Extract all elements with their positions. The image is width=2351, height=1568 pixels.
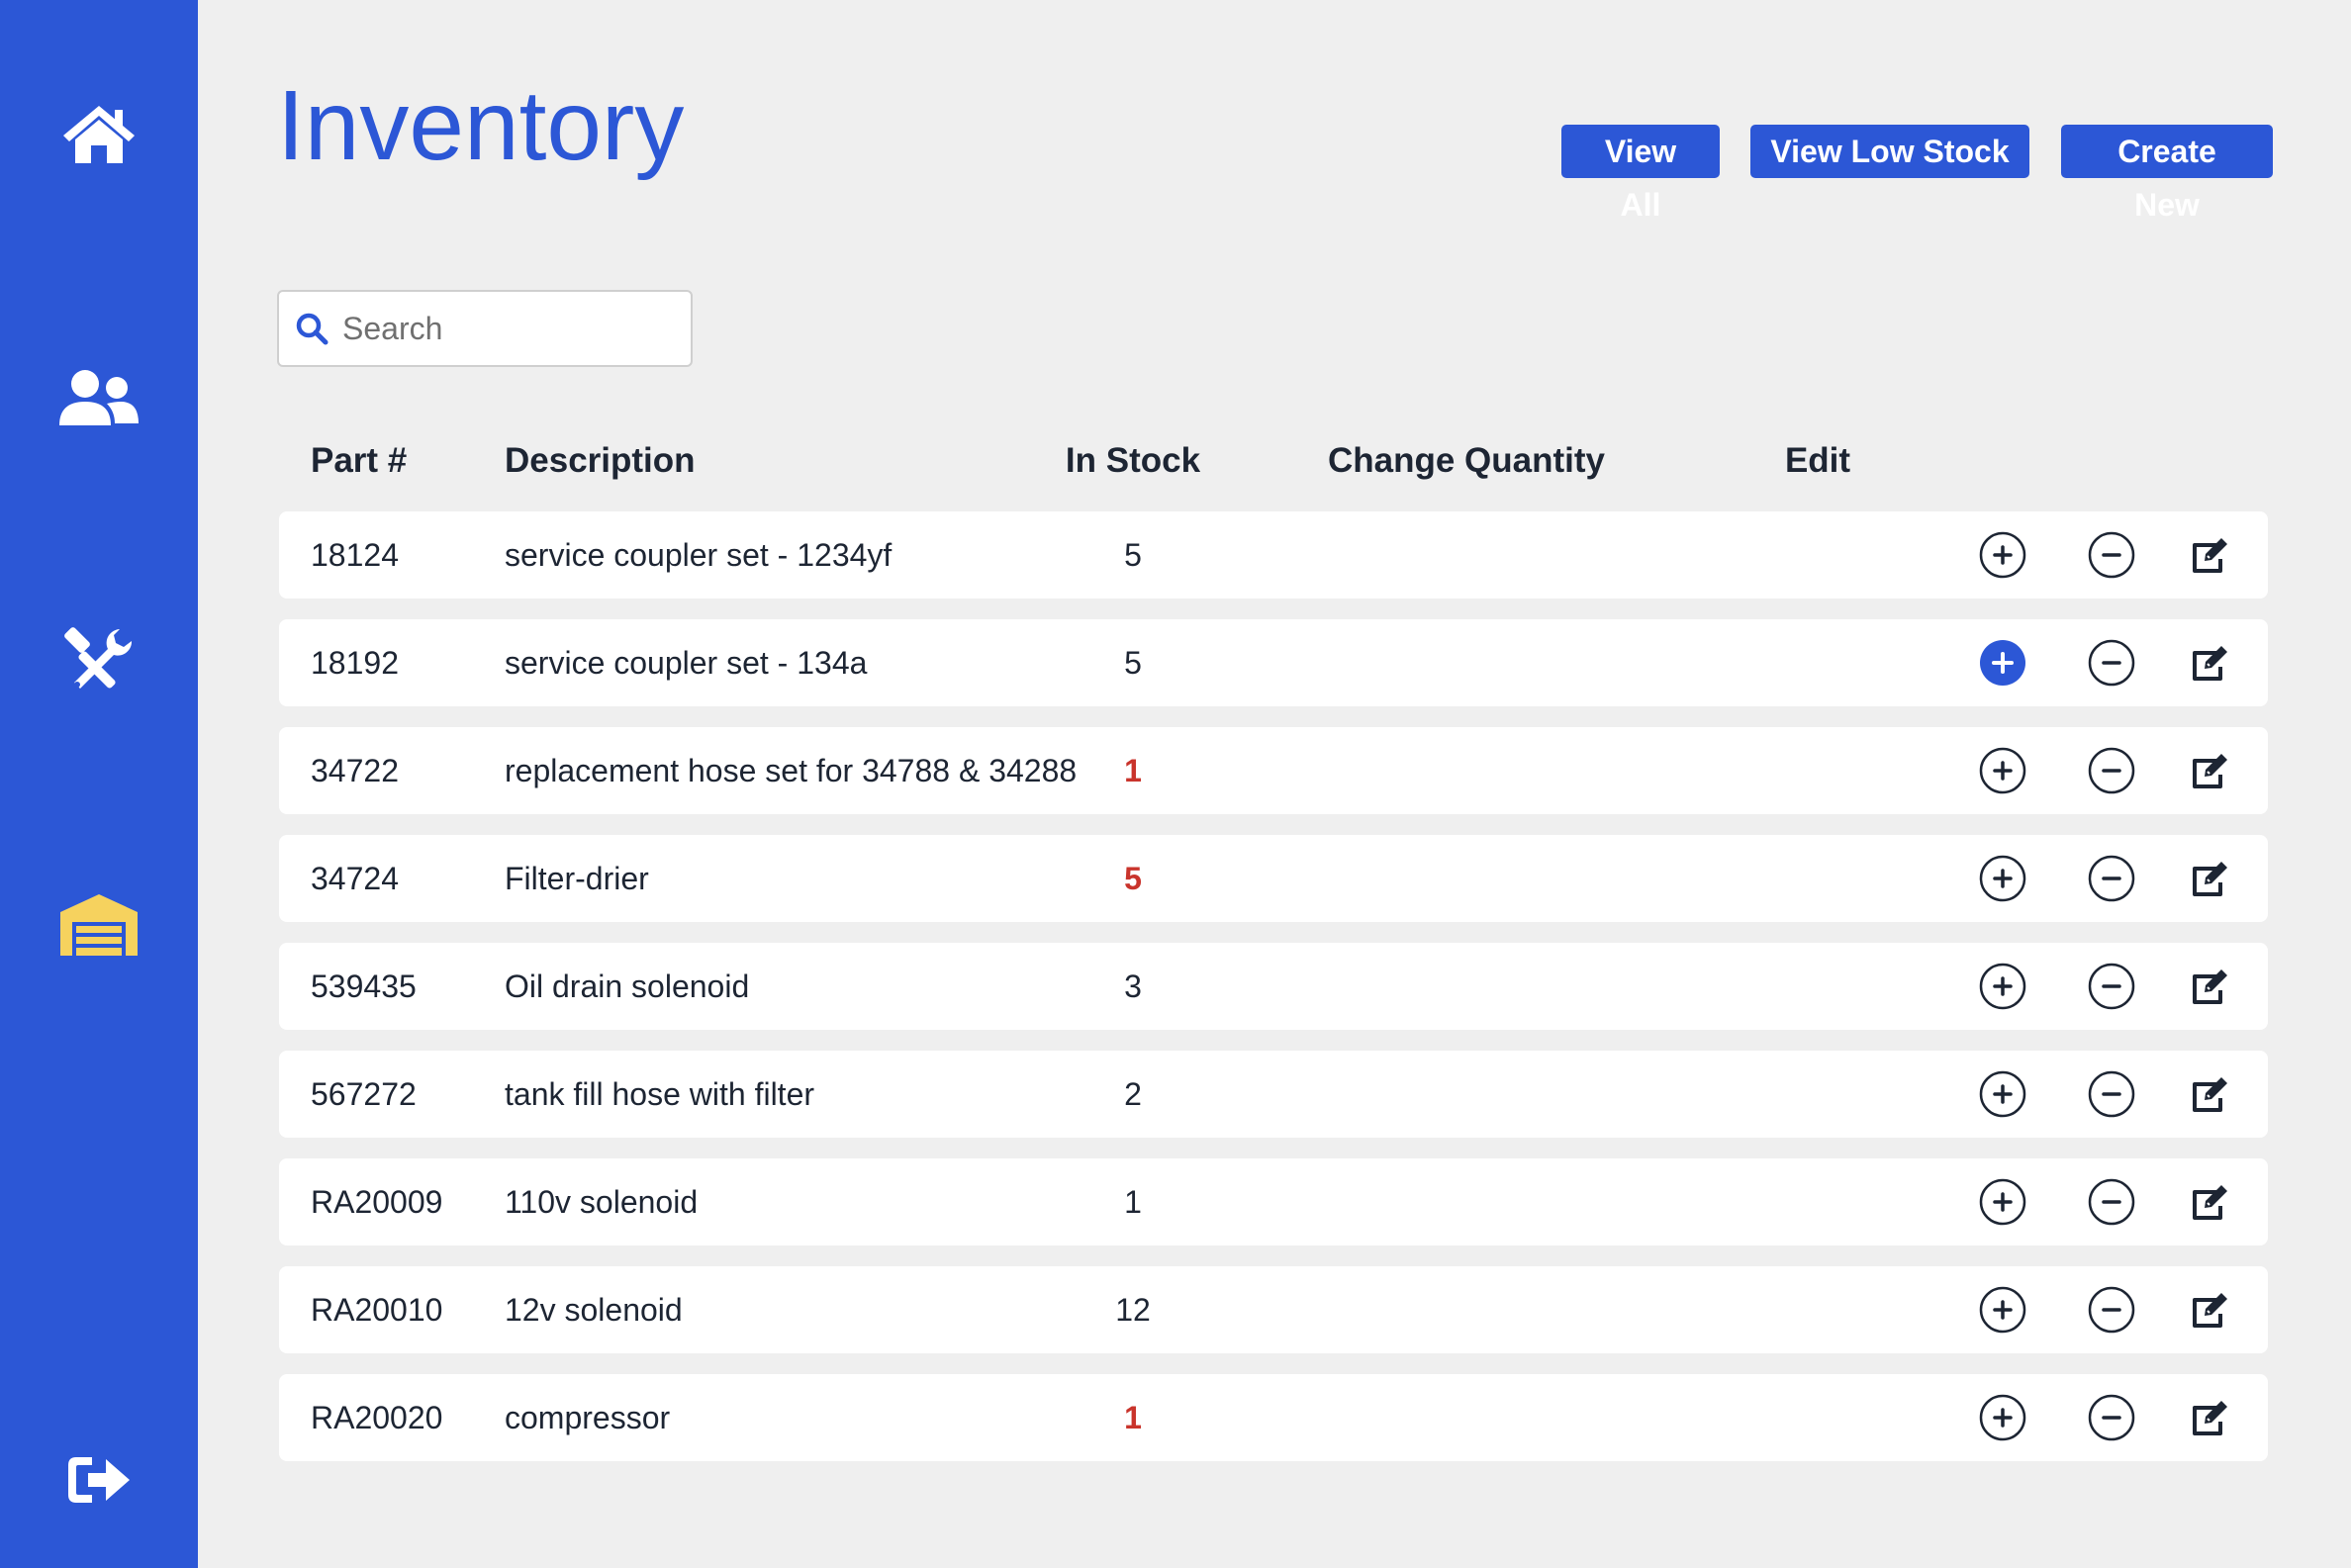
edit-icon[interactable] bbox=[2189, 643, 2230, 685]
part-number: 18124 bbox=[311, 537, 399, 573]
part-description: service coupler set - 1234yf bbox=[505, 537, 893, 573]
part-number: 34722 bbox=[311, 753, 399, 788]
part-description: tank fill hose with filter bbox=[505, 1076, 815, 1112]
nav-home[interactable] bbox=[0, 74, 198, 193]
in-stock-count: 5 bbox=[1124, 645, 1142, 681]
table-row: 18192 service coupler set - 134a 5 bbox=[279, 619, 2268, 706]
table-row: 34724 Filter-drier 5 bbox=[279, 835, 2268, 922]
edit-icon[interactable] bbox=[2189, 1182, 2230, 1224]
part-description: Filter-drier bbox=[505, 861, 649, 896]
warehouse-icon bbox=[60, 894, 138, 956]
part-number: 567272 bbox=[311, 1076, 417, 1112]
users-icon bbox=[59, 370, 139, 425]
column-header-edit: Edit bbox=[1784, 441, 1851, 480]
table-row: RA20009 110v solenoid 1 bbox=[279, 1158, 2268, 1245]
part-number: 18192 bbox=[311, 645, 399, 681]
part-number: RA20009 bbox=[311, 1184, 443, 1220]
table-row: 567272 tank fill hose with filter 2 bbox=[279, 1051, 2268, 1138]
view-all-button[interactable]: View All bbox=[1561, 125, 1720, 223]
in-stock-count: 2 bbox=[1124, 1076, 1142, 1112]
in-stock-count: 5 bbox=[1124, 537, 1142, 573]
search-icon bbox=[295, 312, 329, 345]
nav-customers[interactable] bbox=[0, 338, 198, 457]
decrease-quantity-icon[interactable] bbox=[2088, 1394, 2135, 1441]
in-stock-count: 1 bbox=[1124, 753, 1142, 788]
nav-services[interactable] bbox=[0, 600, 198, 719]
sign-out-icon bbox=[68, 1457, 130, 1503]
part-description: Oil drain solenoid bbox=[505, 968, 750, 1004]
sidebar bbox=[0, 0, 198, 1568]
in-stock-count: 1 bbox=[1124, 1184, 1142, 1220]
edit-icon[interactable] bbox=[2189, 751, 2230, 792]
decrease-quantity-icon[interactable] bbox=[2088, 963, 2135, 1010]
edit-icon[interactable] bbox=[2189, 535, 2230, 577]
increase-quantity-icon[interactable] bbox=[1979, 963, 2026, 1010]
page-title: Inventory bbox=[277, 70, 685, 181]
part-description: 12v solenoid bbox=[505, 1292, 683, 1328]
increase-quantity-icon[interactable] bbox=[1979, 639, 2026, 687]
search-input[interactable] bbox=[342, 299, 669, 358]
table-row: RA20020 compressor 1 bbox=[279, 1374, 2268, 1461]
in-stock-count: 5 bbox=[1124, 861, 1142, 896]
edit-icon[interactable] bbox=[2189, 967, 2230, 1008]
increase-quantity-icon[interactable] bbox=[1979, 1394, 2026, 1441]
increase-quantity-icon[interactable] bbox=[1979, 1070, 2026, 1118]
part-number: 34724 bbox=[311, 861, 399, 896]
edit-icon[interactable] bbox=[2189, 1074, 2230, 1116]
part-number: RA20020 bbox=[311, 1400, 443, 1435]
increase-quantity-icon[interactable] bbox=[1979, 747, 2026, 794]
part-number: 539435 bbox=[311, 968, 417, 1004]
search-box bbox=[277, 290, 693, 367]
increase-quantity-icon[interactable] bbox=[1979, 855, 2026, 902]
column-header-part[interactable]: Part # bbox=[311, 435, 407, 487]
column-header-description[interactable]: Description bbox=[505, 435, 696, 487]
in-stock-count: 12 bbox=[1115, 1292, 1151, 1328]
part-description: 110v solenoid bbox=[505, 1184, 699, 1220]
edit-icon[interactable] bbox=[2189, 1290, 2230, 1332]
decrease-quantity-icon[interactable] bbox=[2088, 747, 2135, 794]
part-number: RA20010 bbox=[311, 1292, 443, 1328]
main-content: Inventory View All View Low Stock Create… bbox=[198, 0, 2351, 1568]
home-icon bbox=[63, 106, 135, 163]
tools-icon bbox=[64, 627, 133, 689]
increase-quantity-icon[interactable] bbox=[1979, 1178, 2026, 1226]
part-description: service coupler set - 134a bbox=[505, 645, 868, 681]
create-new-button[interactable]: Create New bbox=[2061, 125, 2273, 223]
decrease-quantity-icon[interactable] bbox=[2088, 1070, 2135, 1118]
increase-quantity-icon[interactable] bbox=[1979, 1286, 2026, 1334]
table-row: 18124 service coupler set - 1234yf 5 bbox=[279, 511, 2268, 599]
part-description: compressor bbox=[505, 1400, 671, 1435]
in-stock-count: 1 bbox=[1124, 1400, 1142, 1435]
column-header-change-quantity: Change Quantity bbox=[1327, 441, 1606, 480]
nav-inventory[interactable] bbox=[0, 866, 198, 984]
edit-icon[interactable] bbox=[2189, 859, 2230, 900]
table-header: Part # Description In Stock Change Quant… bbox=[279, 435, 2268, 487]
table-row: RA20010 12v solenoid 12 bbox=[279, 1266, 2268, 1353]
decrease-quantity-icon[interactable] bbox=[2088, 639, 2135, 687]
increase-quantity-icon[interactable] bbox=[1979, 531, 2026, 579]
column-header-in-stock[interactable]: In Stock bbox=[970, 435, 1296, 487]
in-stock-count: 3 bbox=[1124, 968, 1142, 1004]
view-low-stock-button[interactable]: View Low Stock bbox=[1750, 125, 2029, 178]
table-row: 539435 Oil drain solenoid 3 bbox=[279, 943, 2268, 1030]
decrease-quantity-icon[interactable] bbox=[2088, 531, 2135, 579]
decrease-quantity-icon[interactable] bbox=[2088, 1178, 2135, 1226]
nav-logout[interactable] bbox=[0, 1421, 198, 1539]
decrease-quantity-icon[interactable] bbox=[2088, 855, 2135, 902]
table-row: 34722 replacement hose set for 34788 & 34… bbox=[279, 727, 2268, 814]
decrease-quantity-icon[interactable] bbox=[2088, 1286, 2135, 1334]
edit-icon[interactable] bbox=[2189, 1398, 2230, 1439]
